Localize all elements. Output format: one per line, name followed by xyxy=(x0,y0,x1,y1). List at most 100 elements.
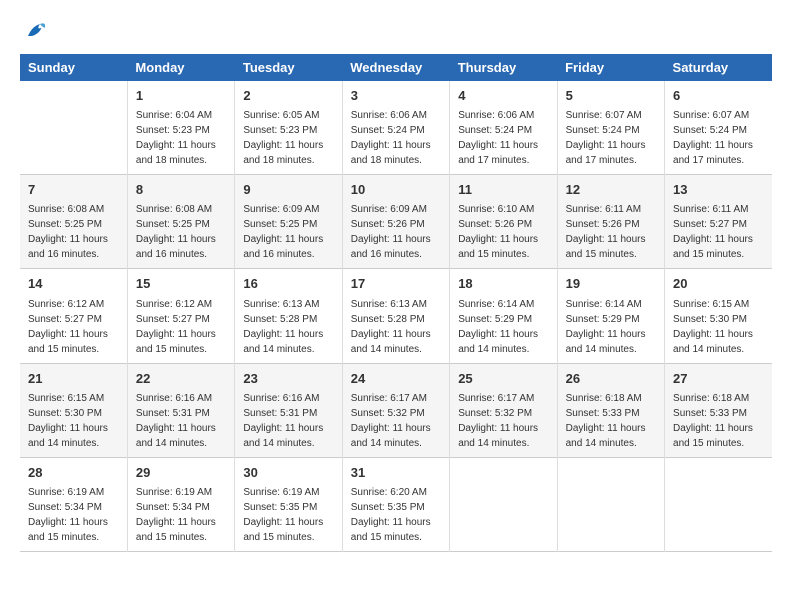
day-number: 21 xyxy=(28,370,119,388)
calendar-cell: 26 Sunrise: 6:18 AM Sunset: 5:33 PM Dayli… xyxy=(557,363,664,457)
day-info: Sunrise: 6:17 AM Sunset: 5:32 PM Dayligh… xyxy=(351,391,441,451)
day-number: 13 xyxy=(673,181,764,199)
calendar-cell xyxy=(450,457,557,551)
calendar-cell: 10Sunrise: 6:09 AM Sunset: 5:26 PM Dayli… xyxy=(342,175,449,269)
day-number: 7 xyxy=(28,181,119,199)
calendar-cell: 19 Sunrise: 6:14 AM Sunset: 5:29 PM Dayli… xyxy=(557,269,664,363)
day-number: 28 xyxy=(28,464,119,482)
calendar-cell: 1 Sunrise: 6:04 AM Sunset: 5:23 PM Daylig… xyxy=(127,81,234,175)
calendar-cell: 16 Sunrise: 6:13 AM Sunset: 5:28 PM Dayli… xyxy=(235,269,342,363)
day-header-monday: Monday xyxy=(127,54,234,81)
calendar-cell: 31 Sunrise: 6:20 AM Sunset: 5:35 PM Dayli… xyxy=(342,457,449,551)
day-info: Sunrise: 6:11 AM Sunset: 5:27 PM Dayligh… xyxy=(673,202,764,262)
day-number: 6 xyxy=(673,87,764,105)
day-number: 3 xyxy=(351,87,441,105)
day-info: Sunrise: 6:09 AM Sunset: 5:26 PM Dayligh… xyxy=(351,202,441,262)
day-number: 29 xyxy=(136,464,226,482)
logo-bird-icon xyxy=(24,20,48,44)
day-info: Sunrise: 6:17 AM Sunset: 5:32 PM Dayligh… xyxy=(458,391,548,451)
day-number: 14 xyxy=(28,275,119,293)
calendar-cell xyxy=(20,81,127,175)
calendar-week-row: 21Sunrise: 6:15 AM Sunset: 5:30 PM Dayli… xyxy=(20,363,772,457)
day-info: Sunrise: 6:09 AM Sunset: 5:25 PM Dayligh… xyxy=(243,202,333,262)
calendar-week-row: 14 Sunrise: 6:12 AM Sunset: 5:27 PM Dayli… xyxy=(20,269,772,363)
calendar-cell: 8 Sunrise: 6:08 AM Sunset: 5:25 PM Daylig… xyxy=(127,175,234,269)
day-number: 8 xyxy=(136,181,226,199)
page-header xyxy=(20,20,772,44)
calendar-table: SundayMondayTuesdayWednesdayThursdayFrid… xyxy=(20,54,772,552)
day-number: 12 xyxy=(566,181,656,199)
calendar-header: SundayMondayTuesdayWednesdayThursdayFrid… xyxy=(20,54,772,81)
day-number: 24 xyxy=(351,370,441,388)
day-number: 25 xyxy=(458,370,548,388)
day-number: 16 xyxy=(243,275,333,293)
calendar-week-row: 28 Sunrise: 6:19 AM Sunset: 5:34 PM Dayli… xyxy=(20,457,772,551)
calendar-cell: 20 Sunrise: 6:15 AM Sunset: 5:30 PM Dayli… xyxy=(665,269,772,363)
day-number: 26 xyxy=(566,370,656,388)
day-header-wednesday: Wednesday xyxy=(342,54,449,81)
day-info: Sunrise: 6:16 AM Sunset: 5:31 PM Dayligh… xyxy=(243,391,333,451)
day-header-tuesday: Tuesday xyxy=(235,54,342,81)
day-number: 19 xyxy=(566,275,656,293)
day-info: Sunrise: 6:06 AM Sunset: 5:24 PM Dayligh… xyxy=(458,108,548,168)
day-info: Sunrise: 6:19 AM Sunset: 5:34 PM Dayligh… xyxy=(136,485,226,545)
day-header-friday: Friday xyxy=(557,54,664,81)
day-info: Sunrise: 6:15 AM Sunset: 5:30 PM Dayligh… xyxy=(673,297,764,357)
day-number: 9 xyxy=(243,181,333,199)
day-info: Sunrise: 6:20 AM Sunset: 5:35 PM Dayligh… xyxy=(351,485,441,545)
calendar-cell: 11 Sunrise: 6:10 AM Sunset: 5:26 PM Dayli… xyxy=(450,175,557,269)
calendar-cell: 12 Sunrise: 6:11 AM Sunset: 5:26 PM Dayli… xyxy=(557,175,664,269)
calendar-cell: 9 Sunrise: 6:09 AM Sunset: 5:25 PM Daylig… xyxy=(235,175,342,269)
calendar-cell: 13 Sunrise: 6:11 AM Sunset: 5:27 PM Dayli… xyxy=(665,175,772,269)
day-number: 18 xyxy=(458,275,548,293)
day-info: Sunrise: 6:19 AM Sunset: 5:34 PM Dayligh… xyxy=(28,485,119,545)
calendar-cell: 6Sunrise: 6:07 AM Sunset: 5:24 PM Daylig… xyxy=(665,81,772,175)
day-header-saturday: Saturday xyxy=(665,54,772,81)
calendar-week-row: 1 Sunrise: 6:04 AM Sunset: 5:23 PM Daylig… xyxy=(20,81,772,175)
calendar-cell: 30Sunrise: 6:19 AM Sunset: 5:35 PM Dayli… xyxy=(235,457,342,551)
calendar-cell: 4 Sunrise: 6:06 AM Sunset: 5:24 PM Daylig… xyxy=(450,81,557,175)
day-info: Sunrise: 6:10 AM Sunset: 5:26 PM Dayligh… xyxy=(458,202,548,262)
day-number: 23 xyxy=(243,370,333,388)
calendar-cell: 3 Sunrise: 6:06 AM Sunset: 5:24 PM Daylig… xyxy=(342,81,449,175)
calendar-cell xyxy=(665,457,772,551)
day-info: Sunrise: 6:05 AM Sunset: 5:23 PM Dayligh… xyxy=(243,108,333,168)
day-number: 2 xyxy=(243,87,333,105)
calendar-cell: 18 Sunrise: 6:14 AM Sunset: 5:29 PM Dayli… xyxy=(450,269,557,363)
calendar-cell: 24 Sunrise: 6:17 AM Sunset: 5:32 PM Dayli… xyxy=(342,363,449,457)
calendar-week-row: 7 Sunrise: 6:08 AM Sunset: 5:25 PM Daylig… xyxy=(20,175,772,269)
day-number: 4 xyxy=(458,87,548,105)
day-info: Sunrise: 6:14 AM Sunset: 5:29 PM Dayligh… xyxy=(566,297,656,357)
day-info: Sunrise: 6:08 AM Sunset: 5:25 PM Dayligh… xyxy=(28,202,119,262)
day-number: 30 xyxy=(243,464,333,482)
day-info: Sunrise: 6:06 AM Sunset: 5:24 PM Dayligh… xyxy=(351,108,441,168)
day-info: Sunrise: 6:08 AM Sunset: 5:25 PM Dayligh… xyxy=(136,202,226,262)
day-info: Sunrise: 6:12 AM Sunset: 5:27 PM Dayligh… xyxy=(28,297,119,357)
calendar-cell: 7 Sunrise: 6:08 AM Sunset: 5:25 PM Daylig… xyxy=(20,175,127,269)
calendar-cell: 14 Sunrise: 6:12 AM Sunset: 5:27 PM Dayli… xyxy=(20,269,127,363)
day-info: Sunrise: 6:04 AM Sunset: 5:23 PM Dayligh… xyxy=(136,108,226,168)
day-info: Sunrise: 6:14 AM Sunset: 5:29 PM Dayligh… xyxy=(458,297,548,357)
day-info: Sunrise: 6:18 AM Sunset: 5:33 PM Dayligh… xyxy=(566,391,656,451)
day-info: Sunrise: 6:11 AM Sunset: 5:26 PM Dayligh… xyxy=(566,202,656,262)
logo xyxy=(20,20,48,44)
day-number: 20 xyxy=(673,275,764,293)
day-number: 11 xyxy=(458,181,548,199)
day-number: 5 xyxy=(566,87,656,105)
day-number: 31 xyxy=(351,464,441,482)
day-info: Sunrise: 6:07 AM Sunset: 5:24 PM Dayligh… xyxy=(566,108,656,168)
day-info: Sunrise: 6:13 AM Sunset: 5:28 PM Dayligh… xyxy=(243,297,333,357)
calendar-cell: 29 Sunrise: 6:19 AM Sunset: 5:34 PM Dayli… xyxy=(127,457,234,551)
calendar-cell: 21Sunrise: 6:15 AM Sunset: 5:30 PM Dayli… xyxy=(20,363,127,457)
calendar-cell: 17Sunrise: 6:13 AM Sunset: 5:28 PM Dayli… xyxy=(342,269,449,363)
calendar-cell: 2 Sunrise: 6:05 AM Sunset: 5:23 PM Daylig… xyxy=(235,81,342,175)
day-info: Sunrise: 6:12 AM Sunset: 5:27 PM Dayligh… xyxy=(136,297,226,357)
day-header-thursday: Thursday xyxy=(450,54,557,81)
day-number: 27 xyxy=(673,370,764,388)
day-info: Sunrise: 6:18 AM Sunset: 5:33 PM Dayligh… xyxy=(673,391,764,451)
calendar-cell: 22Sunrise: 6:16 AM Sunset: 5:31 PM Dayli… xyxy=(127,363,234,457)
day-number: 22 xyxy=(136,370,226,388)
day-number: 1 xyxy=(136,87,226,105)
calendar-cell: 5 Sunrise: 6:07 AM Sunset: 5:24 PM Daylig… xyxy=(557,81,664,175)
day-number: 15 xyxy=(136,275,226,293)
